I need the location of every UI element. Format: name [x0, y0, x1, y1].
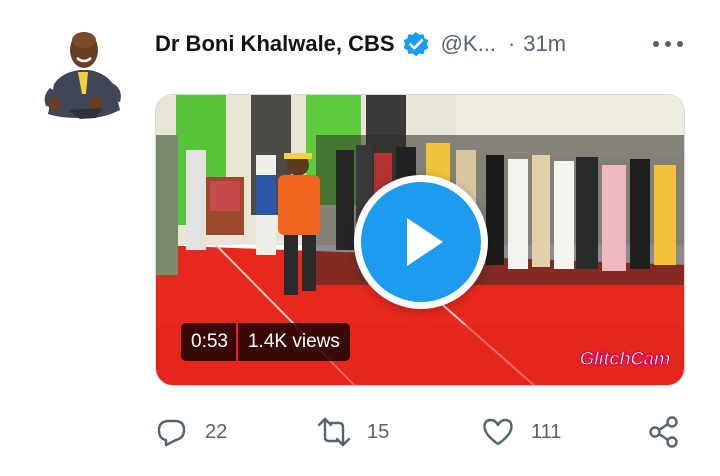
author-handle[interactable]: @K...: [441, 31, 496, 57]
tweet-actions: 22 15 111: [155, 412, 695, 452]
reply-count: 22: [205, 420, 228, 443]
like-button[interactable]: 111: [481, 412, 561, 452]
retweet-icon: [317, 417, 351, 447]
reply-button[interactable]: 22: [155, 412, 227, 452]
retweet-button[interactable]: 15: [317, 412, 389, 452]
video-views: 1.4K views: [237, 323, 350, 361]
video-player[interactable]: 0:53 1.4K views GlitchCam: [155, 94, 685, 386]
separator-dot: ·: [507, 31, 516, 56]
video-info: 0:53 1.4K views: [181, 323, 350, 361]
share-icon: [649, 416, 678, 448]
more-options-icon[interactable]: [650, 30, 686, 58]
verified-badge-icon: [401, 29, 431, 59]
watermark-text: GlitchCam: [579, 348, 671, 370]
play-icon: [361, 182, 481, 302]
avatar[interactable]: [40, 22, 126, 120]
video-duration: 0:53: [181, 323, 236, 361]
share-button[interactable]: [647, 412, 681, 452]
like-count: 111: [531, 420, 562, 443]
author-name[interactable]: Dr Boni Khalwale, CBS: [155, 31, 395, 57]
retweet-count: 15: [367, 420, 390, 443]
like-icon: [483, 418, 513, 446]
reply-icon: [157, 419, 186, 447]
tweet-header: Dr Boni Khalwale, CBS @K... · 31m: [155, 28, 695, 60]
play-button[interactable]: [354, 175, 488, 309]
timestamp[interactable]: 31m: [523, 31, 566, 57]
